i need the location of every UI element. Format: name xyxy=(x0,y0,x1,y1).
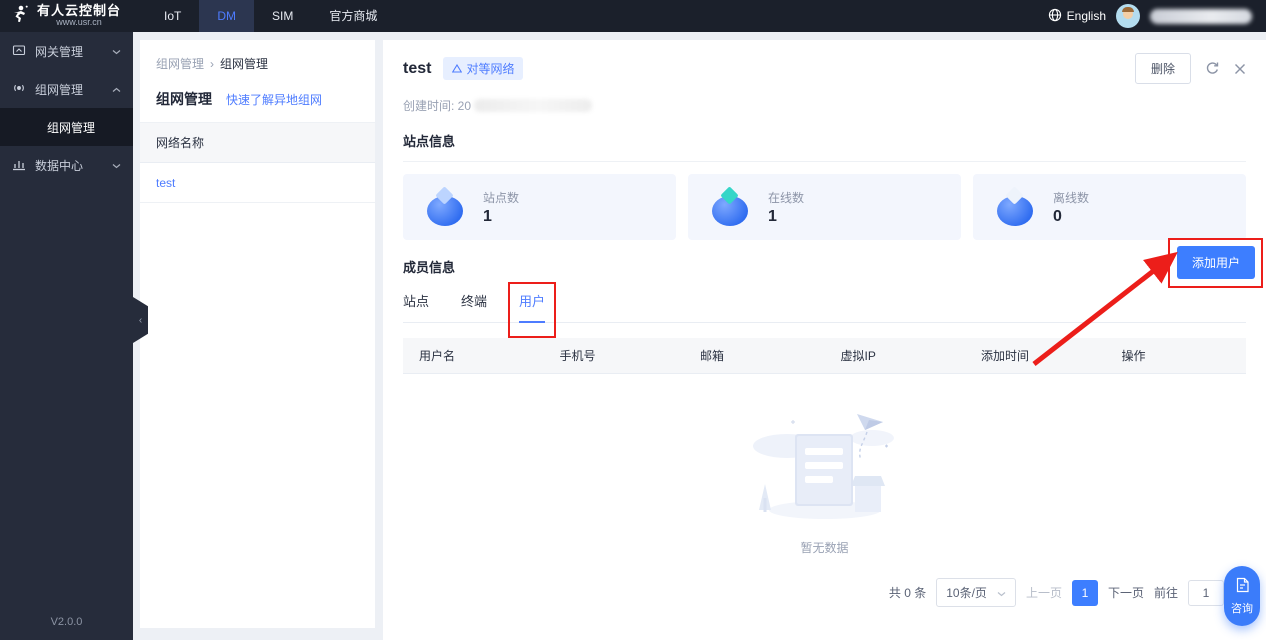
created-time: 创建时间: 20 xyxy=(403,97,1246,114)
chevron-down-icon xyxy=(112,44,121,58)
breadcrumb-root[interactable]: 组网管理 xyxy=(156,55,204,72)
sidebar-item-label: 数据中心 xyxy=(35,158,84,173)
usr-mascot-icon xyxy=(10,4,30,27)
pagination: 共 0 条 10条/页 上一页 1 下一页 前往 页 xyxy=(403,578,1246,607)
network-row-test[interactable]: test xyxy=(140,163,375,203)
sidebar-item-data-center[interactable]: 数据中心 xyxy=(0,146,133,184)
member-tabs: 站点 终端 用户 xyxy=(403,282,1246,338)
add-user-button[interactable]: 添加用户 xyxy=(1176,246,1255,279)
sidebar-item-label: 网关管理 xyxy=(35,44,84,59)
username-blurred[interactable] xyxy=(1150,8,1252,24)
list-panel-title: 组网管理 xyxy=(156,91,212,107)
next-page-button[interactable]: 下一页 xyxy=(1108,584,1144,601)
page-size-select[interactable]: 10条/页 xyxy=(936,578,1016,607)
col-phone: 手机号 xyxy=(559,349,596,363)
created-time-prefix: 创建时间: 20 xyxy=(403,99,472,113)
network-title: test xyxy=(403,59,432,77)
users-table-header: 用户名 手机号 邮箱 虚拟IP 添加时间 操作 xyxy=(403,338,1246,374)
refresh-icon[interactable] xyxy=(1205,61,1220,76)
sites-sphere-icon xyxy=(427,186,465,226)
stat-card-online: 在线数 1 xyxy=(688,174,961,240)
nav-item-store[interactable]: 官方商城 xyxy=(311,0,395,32)
consult-label: 咨询 xyxy=(1231,602,1253,615)
sidebar-item-label: 组网管理 xyxy=(35,82,84,97)
topbar: 有人云控制台 www.usr.cn IoT DM SIM 官方商城 Englis… xyxy=(0,0,1266,32)
user-avatar[interactable] xyxy=(1116,4,1140,28)
logo-subtitle: www.usr.cn xyxy=(56,17,102,28)
stat-label: 在线数 xyxy=(768,190,805,205)
tab-users-label: 用户 xyxy=(519,294,546,309)
sidebar-item-gateway-mgmt[interactable]: 网关管理 xyxy=(0,32,133,70)
globe-icon xyxy=(1048,8,1062,25)
network-type-badge: 对等网络 xyxy=(443,57,524,80)
sidebar-subitem-label: 组网管理 xyxy=(47,120,96,135)
col-email: 邮箱 xyxy=(700,349,725,363)
goto-page-input[interactable] xyxy=(1187,579,1224,606)
empty-state-text: 暂无数据 xyxy=(800,541,849,555)
chevron-down-icon xyxy=(997,586,1006,600)
site-stats: 站点数 1 在线数 1 离线数 0 xyxy=(403,174,1246,240)
col-virtual-ip: 虚拟IP xyxy=(840,349,876,363)
stat-value: 1 xyxy=(768,207,777,225)
nav-item-dm[interactable]: DM xyxy=(199,0,255,32)
network-detail-panel: test 对等网络 删除 创建时间: 20 站点信息 站点数 1 在线数 1 离… xyxy=(383,40,1266,640)
network-name-link[interactable]: test xyxy=(156,176,175,190)
divider xyxy=(403,161,1246,162)
col-actions: 操作 xyxy=(1121,349,1146,363)
created-time-blurred xyxy=(474,99,593,112)
breadcrumb-separator-icon: › xyxy=(210,56,215,71)
delete-button[interactable]: 删除 xyxy=(1134,53,1191,84)
badge-label: 对等网络 xyxy=(466,62,515,76)
stat-value: 0 xyxy=(1053,207,1062,225)
col-username: 用户名 xyxy=(419,349,456,363)
bar-chart-icon xyxy=(12,157,26,174)
language-label: English xyxy=(1066,9,1106,23)
stat-card-sites: 站点数 1 xyxy=(403,174,676,240)
annotation-box-users-tab xyxy=(508,282,557,338)
app-logo[interactable]: 有人云控制台 www.usr.cn xyxy=(0,4,140,27)
sidebar-subitem-network-mgmt[interactable]: 组网管理 xyxy=(0,108,133,146)
page-number-1[interactable]: 1 xyxy=(1071,579,1098,606)
online-sphere-icon xyxy=(712,186,750,226)
triangle-icon xyxy=(452,62,463,76)
goto-label: 前往 xyxy=(1153,586,1178,600)
empty-illustration xyxy=(737,406,913,527)
sidebar: 网关管理 组网管理 组网管理 数据中心 V2.0.0 xyxy=(0,32,133,640)
nav-item-iot[interactable]: IoT xyxy=(146,0,199,32)
network-name-column-header: 网络名称 xyxy=(140,123,375,163)
site-info-section-title: 站点信息 xyxy=(403,134,456,149)
member-info-section-title: 成员信息 xyxy=(403,260,456,275)
gateway-icon xyxy=(12,43,26,60)
signal-icon xyxy=(12,81,26,98)
top-nav: IoT DM SIM 官方商城 xyxy=(146,0,395,32)
page-size-value: 10条/页 xyxy=(946,586,987,600)
sidebar-item-network-mgmt[interactable]: 组网管理 xyxy=(0,70,133,108)
pagination-total: 共 0 条 xyxy=(888,586,927,600)
stat-value: 1 xyxy=(483,207,492,225)
language-switch[interactable]: English xyxy=(1048,8,1106,25)
network-list-panel: 组网管理 › 组网管理 组网管理 快速了解异地组网 网络名称 test xyxy=(140,40,375,628)
breadcrumb: 组网管理 › 组网管理 xyxy=(140,40,375,72)
logo-title: 有人云控制台 xyxy=(37,3,122,19)
chevron-down-icon xyxy=(112,158,121,172)
empty-state: 暂无数据 xyxy=(403,406,1246,556)
chevron-up-icon xyxy=(112,82,121,96)
nav-item-sim[interactable]: SIM xyxy=(254,0,311,32)
col-added-time: 添加时间 xyxy=(981,349,1030,363)
tab-users[interactable]: 用户 xyxy=(508,282,557,338)
stat-label: 站点数 xyxy=(483,190,520,205)
app-version: V2.0.0 xyxy=(50,616,83,628)
prev-page-button[interactable]: 上一页 xyxy=(1026,584,1062,601)
offline-sphere-icon xyxy=(997,186,1035,226)
tab-sites[interactable]: 站点 xyxy=(403,291,429,322)
help-link[interactable]: 快速了解异地组网 xyxy=(226,91,322,108)
stat-label: 离线数 xyxy=(1053,190,1090,205)
document-icon xyxy=(1235,577,1250,596)
tab-terminals[interactable]: 终端 xyxy=(461,291,487,322)
breadcrumb-current: 组网管理 xyxy=(220,57,269,71)
close-icon[interactable] xyxy=(1234,63,1246,75)
stat-card-offline: 离线数 0 xyxy=(973,174,1246,240)
consult-floating-button[interactable]: 咨询 xyxy=(1224,566,1260,626)
